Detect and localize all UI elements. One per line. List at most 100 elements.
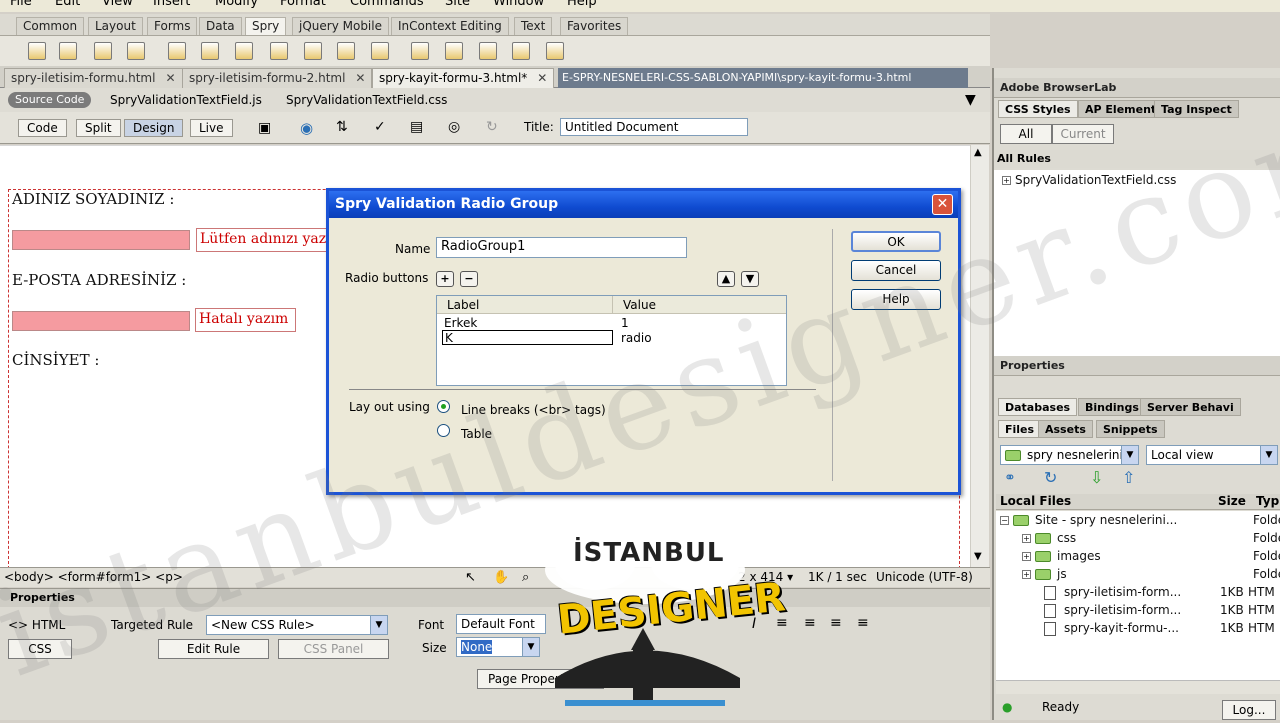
refresh-icon[interactable]: ↻: [486, 119, 498, 135]
connect-icon[interactable]: ⚭: [1004, 470, 1016, 486]
justify-icon[interactable]: ≡: [857, 615, 869, 631]
doc-tab[interactable]: spry-iletisim-formu-2.html ✕: [182, 68, 373, 88]
layout-line-breaks-radio[interactable]: [437, 400, 450, 413]
file-tree-row[interactable]: spry-iletisim-form... 1KB HTM: [1044, 603, 1280, 618]
align-center-icon[interactable]: ≡: [804, 615, 816, 631]
filter-icon[interactable]: ▼: [965, 92, 976, 108]
select-tool-icon[interactable]: ↖: [465, 570, 476, 585]
tab-databases[interactable]: Databases: [998, 398, 1078, 416]
file-tree-row[interactable]: + css Folde: [1022, 531, 1280, 545]
tab-tag-inspector[interactable]: Tag Inspect: [1154, 100, 1239, 118]
file-management-icon[interactable]: ⇅: [336, 119, 348, 135]
spry-textarea-icon[interactable]: [94, 42, 112, 60]
spry-repeat-icon[interactable]: [337, 42, 355, 60]
move-down-button[interactable]: ▼: [741, 271, 759, 287]
css-panel-button[interactable]: CSS Panel: [278, 639, 389, 659]
tab-ap-element[interactable]: AP Element: [1078, 100, 1164, 118]
radio-group-name-input[interactable]: RadioGroup1: [436, 237, 687, 258]
name-field[interactable]: [12, 230, 190, 250]
spry-menu-bar-icon[interactable]: [411, 42, 429, 60]
zoom-tool-icon[interactable]: ⌕: [522, 570, 529, 585]
spry-radio-group-icon[interactable]: [270, 42, 288, 60]
all-rules-toggle[interactable]: All: [1000, 124, 1052, 144]
related-file-css[interactable]: SpryValidationTextField.css: [286, 93, 447, 107]
view-split-button[interactable]: Split: [76, 119, 121, 137]
css-mode-button[interactable]: CSS: [8, 639, 72, 659]
targeted-rule-select[interactable]: <New CSS Rule> ▼: [206, 615, 388, 635]
insert-tab-incontext[interactable]: InContext Editing: [391, 17, 509, 35]
spry-form-icon[interactable]: [28, 42, 46, 60]
menu-commands[interactable]: Commands: [350, 0, 424, 9]
add-radio-button[interactable]: +: [436, 271, 454, 287]
preview-browser-icon[interactable]: ◉: [300, 119, 313, 137]
menu-help[interactable]: Help: [567, 0, 597, 9]
put-files-icon[interactable]: ⇧: [1122, 468, 1135, 487]
browserlab-header[interactable]: Adobe BrowserLab: [994, 78, 1280, 98]
files-horizontal-scrollbar[interactable]: [996, 680, 1280, 694]
insert-tab-forms[interactable]: Forms: [147, 17, 198, 35]
get-files-icon[interactable]: ⇩: [1090, 468, 1103, 487]
spry-accordion-icon[interactable]: [479, 42, 497, 60]
tag-selector[interactable]: <body> <form#form1> <p>: [4, 570, 183, 584]
file-tree-row[interactable]: spry-iletisim-form... 1KB HTM: [1044, 585, 1280, 600]
layout-table-radio[interactable]: [437, 424, 450, 437]
view-code-button[interactable]: Code: [18, 119, 67, 137]
spry-text-field-icon[interactable]: [59, 42, 77, 60]
menu-site[interactable]: Site: [445, 0, 470, 9]
spry-repeat-list-icon[interactable]: [371, 42, 389, 60]
inspect-icon[interactable]: ◎: [448, 119, 460, 135]
menu-view[interactable]: View: [102, 0, 133, 9]
cancel-button[interactable]: Cancel: [851, 260, 941, 281]
spry-confirm-icon[interactable]: [235, 42, 253, 60]
doc-tab[interactable]: spry-iletisim-formu.html ✕: [4, 68, 183, 88]
tab-server-behaviors[interactable]: Server Behavi: [1140, 398, 1241, 416]
move-up-button[interactable]: ▲: [717, 271, 735, 287]
insert-tab-favorites[interactable]: Favorites: [560, 17, 629, 35]
spry-checkbox-icon[interactable]: [127, 42, 145, 60]
grid-row[interactable]: Erkek 1: [437, 316, 786, 331]
expand-icon[interactable]: +: [1022, 534, 1031, 543]
spry-region-icon[interactable]: [304, 42, 322, 60]
menu-insert[interactable]: Insert: [153, 0, 190, 9]
view-live-button[interactable]: Live: [190, 119, 233, 137]
tab-css-styles[interactable]: CSS Styles: [998, 100, 1078, 118]
expand-icon[interactable]: +: [1002, 176, 1011, 185]
tab-bindings[interactable]: Bindings: [1078, 398, 1146, 416]
menu-format[interactable]: Format: [280, 0, 326, 9]
grid-row[interactable]: K radio: [437, 330, 786, 346]
spry-tooltip-icon[interactable]: [546, 42, 564, 60]
multiscreen-icon[interactable]: ▣: [258, 120, 271, 136]
insert-tab-spry[interactable]: Spry: [245, 17, 287, 35]
insert-tab-common[interactable]: Common: [16, 17, 85, 35]
file-tree-row[interactable]: − Site - spry nesnelerini... Folde: [1000, 513, 1280, 527]
spry-select-icon[interactable]: [168, 42, 186, 60]
edit-rule-button[interactable]: Edit Rule: [158, 639, 269, 659]
insert-tab-jquery-mobile[interactable]: jQuery Mobile: [292, 17, 389, 35]
check-browser-icon[interactable]: ✓: [374, 119, 386, 135]
title-input[interactable]: Untitled Document: [560, 118, 748, 136]
html-mode-button[interactable]: <> HTML: [8, 616, 70, 636]
source-code-button[interactable]: Source Code: [8, 92, 92, 108]
view-design-button[interactable]: Design: [124, 119, 184, 137]
tab-files[interactable]: Files: [998, 420, 1042, 438]
spry-tabbed-panels-icon[interactable]: [445, 42, 463, 60]
insert-tab-data[interactable]: Data: [199, 17, 242, 35]
scroll-up-icon[interactable]: ▲: [974, 147, 982, 158]
menu-edit[interactable]: Edit: [55, 0, 80, 9]
close-icon[interactable]: ✕: [932, 194, 953, 215]
spry-password-icon[interactable]: [201, 42, 219, 60]
file-tree-row[interactable]: + js Folde: [1022, 567, 1280, 581]
menu-window[interactable]: Window: [493, 0, 544, 9]
file-tree-row[interactable]: + images Folde: [1022, 549, 1280, 563]
align-right-icon[interactable]: ≡: [830, 615, 842, 631]
css-rule-file[interactable]: + SpryValidationTextField.css: [1002, 173, 1176, 187]
help-button[interactable]: Help: [851, 289, 941, 310]
site-select[interactable]: spry nesnelerini ▼: [1000, 445, 1139, 465]
tab-snippets[interactable]: Snippets: [1096, 420, 1165, 438]
doc-tab-active[interactable]: spry-kayit-formu-3.html* ✕: [372, 68, 555, 88]
menu-file[interactable]: File: [10, 0, 32, 9]
design-vertical-scrollbar[interactable]: ▲ ▼: [970, 145, 989, 567]
refresh-icon[interactable]: ↻: [1044, 468, 1057, 487]
related-file-js[interactable]: SpryValidationTextField.js: [110, 93, 262, 107]
close-icon[interactable]: ✕: [165, 71, 175, 85]
